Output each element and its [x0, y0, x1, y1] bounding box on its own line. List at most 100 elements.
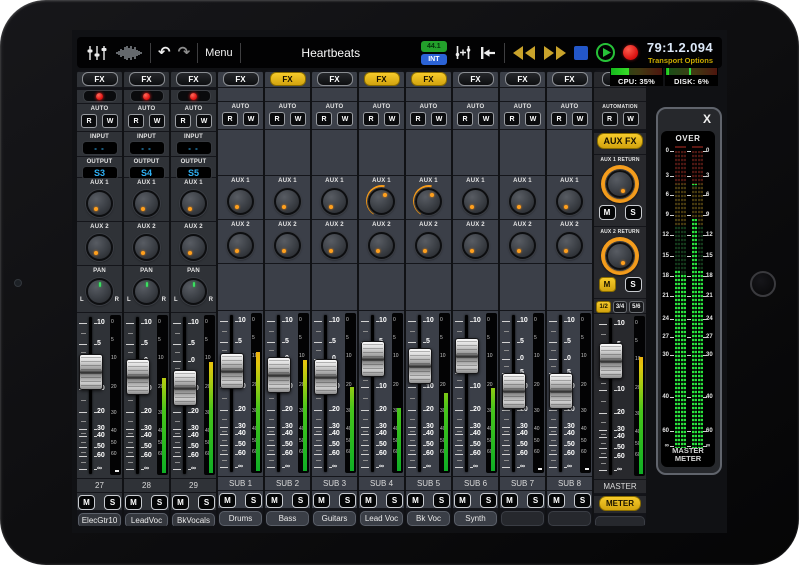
auto-read-button[interactable]: R: [363, 112, 379, 126]
aux2-knob[interactable]: [413, 229, 445, 261]
auto-write-button[interactable]: W: [431, 112, 447, 126]
meter-button[interactable]: METER: [599, 496, 641, 511]
timecode-display[interactable]: 79:1.2.094: [647, 40, 713, 55]
fader-track[interactable]: [89, 317, 92, 474]
mute-button[interactable]: M: [501, 493, 518, 508]
solo-button[interactable]: S: [339, 493, 356, 508]
fader-handle[interactable]: [549, 373, 573, 409]
channel-name-tab[interactable]: Guitars: [313, 511, 356, 526]
mute-button[interactable]: M: [78, 495, 95, 510]
auto-write-button[interactable]: W: [384, 112, 400, 126]
aux-fx-button[interactable]: AUX FX: [597, 133, 643, 149]
channel-name-tab[interactable]: Bk Voc: [407, 511, 450, 526]
fader-handle[interactable]: [79, 354, 103, 390]
sample-rate-badge[interactable]: 44.1: [420, 40, 447, 52]
mute-button[interactable]: M: [454, 493, 471, 508]
channel-name-tab[interactable]: [501, 511, 544, 526]
auto-read-button[interactable]: R: [601, 112, 618, 126]
solo-button[interactable]: S: [104, 495, 121, 510]
fx-button[interactable]: FX: [222, 72, 259, 86]
auto-write-button[interactable]: W: [525, 112, 541, 126]
auto-write-button[interactable]: W: [149, 114, 165, 128]
home-button[interactable]: [750, 271, 776, 297]
aux1-knob[interactable]: [412, 185, 445, 217]
aux1-knob[interactable]: [225, 185, 257, 217]
solo-button[interactable]: S: [245, 493, 262, 508]
fx-button[interactable]: FX: [504, 72, 541, 86]
fader-handle[interactable]: [220, 353, 244, 389]
auto-write-button[interactable]: W: [196, 114, 212, 128]
aux2-knob[interactable]: [460, 229, 492, 261]
auto-write-button[interactable]: W: [478, 112, 494, 126]
fader-handle[interactable]: [408, 348, 432, 384]
fader-track[interactable]: [277, 315, 280, 472]
mixer-icon[interactable]: [86, 45, 108, 61]
pan-knob[interactable]: [178, 275, 210, 307]
auto-write-button[interactable]: W: [102, 114, 118, 128]
channel-name-tab[interactable]: Synth: [454, 511, 497, 526]
auto-write-button[interactable]: W: [622, 112, 639, 126]
fader-handle[interactable]: [599, 343, 623, 379]
aux2-knob[interactable]: [507, 229, 539, 261]
sync-source-badge[interactable]: INT: [420, 53, 447, 65]
fx-button[interactable]: FX: [457, 72, 494, 86]
mute-button[interactable]: M: [360, 493, 377, 508]
aux2-knob[interactable]: [84, 231, 116, 263]
fx-button[interactable]: FX: [175, 72, 212, 86]
undo-icon[interactable]: ↶: [158, 45, 171, 60]
menu-button[interactable]: Menu: [205, 47, 233, 59]
stop-icon[interactable]: [573, 45, 588, 60]
solo-button[interactable]: S: [433, 493, 450, 508]
aux2-return-solo-button[interactable]: S: [624, 277, 642, 292]
aux2-knob[interactable]: [319, 229, 351, 261]
auto-write-button[interactable]: W: [243, 112, 259, 126]
fader-track[interactable]: [371, 315, 374, 472]
channel-name-tab[interactable]: Bass: [266, 511, 309, 526]
aux2-knob[interactable]: [131, 231, 163, 263]
aux-pair-button[interactable]: 1/2: [596, 301, 611, 313]
record-icon[interactable]: [622, 45, 638, 60]
channel-name-tab[interactable]: LeadVoc: [125, 513, 168, 526]
auto-read-button[interactable]: R: [175, 114, 191, 128]
input-source-value[interactable]: - -: [175, 141, 212, 155]
record-arm-button[interactable]: [176, 90, 211, 102]
aux2-return-knob[interactable]: [601, 237, 639, 275]
channel-name-tab[interactable]: [548, 511, 591, 526]
solo-button[interactable]: S: [151, 495, 168, 510]
mute-button[interactable]: M: [266, 493, 283, 508]
mute-button[interactable]: M: [407, 493, 424, 508]
aux1-knob[interactable]: [272, 185, 304, 217]
auto-read-button[interactable]: R: [551, 112, 567, 126]
fader-handle[interactable]: [455, 338, 479, 374]
fx-button[interactable]: FX: [316, 72, 353, 86]
mute-button[interactable]: M: [125, 495, 142, 510]
channel-name-tab[interactable]: ElecGtr10: [78, 513, 121, 526]
play-icon[interactable]: [595, 42, 616, 63]
fader-handle[interactable]: [267, 357, 291, 393]
rewind-icon[interactable]: [512, 45, 536, 60]
aux1-knob[interactable]: [84, 187, 116, 219]
fx-button[interactable]: FX: [81, 72, 118, 86]
solo-button[interactable]: S: [292, 493, 309, 508]
fader-handle[interactable]: [502, 373, 526, 409]
input-source-value[interactable]: - -: [81, 141, 118, 155]
record-arm-button[interactable]: [82, 90, 117, 102]
aux2-knob[interactable]: [225, 229, 257, 261]
aux2-knob[interactable]: [554, 229, 586, 261]
fx-button[interactable]: FX: [410, 72, 447, 86]
auto-read-button[interactable]: R: [128, 114, 144, 128]
fx-button[interactable]: FX: [128, 72, 165, 86]
record-arm-button[interactable]: [129, 90, 164, 102]
fader-handle[interactable]: [173, 370, 197, 406]
aux1-return-knob[interactable]: [601, 165, 639, 203]
aux-pair-button[interactable]: 5/6: [629, 301, 644, 313]
aux1-knob[interactable]: [554, 185, 586, 217]
fx-button[interactable]: FX: [363, 72, 400, 86]
auto-read-button[interactable]: R: [81, 114, 97, 128]
auto-read-button[interactable]: R: [410, 112, 426, 126]
solo-button[interactable]: S: [386, 493, 403, 508]
channel-name-tab[interactable]: Drums: [219, 511, 262, 526]
fader-handle[interactable]: [126, 359, 150, 395]
fast-forward-icon[interactable]: [543, 45, 567, 60]
solo-button[interactable]: S: [198, 495, 215, 510]
